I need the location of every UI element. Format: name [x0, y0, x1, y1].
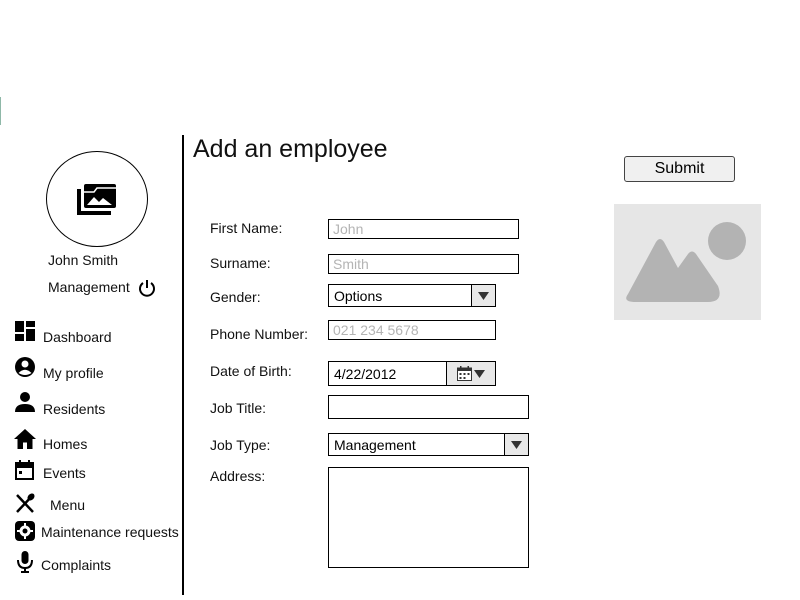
job-title-input[interactable]	[328, 395, 529, 419]
sidebar-item-events[interactable]: Events	[14, 459, 124, 483]
user-name: John Smith	[48, 252, 119, 268]
sidebar-item-label: My profile	[43, 365, 104, 381]
sidebar-item-homes[interactable]: Homes	[14, 428, 124, 452]
sidebar-item-complaints[interactable]: Complaints	[14, 551, 124, 575]
job-type-select-value: Management	[334, 437, 416, 453]
account-circle-icon	[15, 357, 35, 377]
window-edge-mark	[0, 97, 1, 125]
gender-select-value: Options	[334, 288, 383, 304]
chevron-down-icon	[474, 369, 485, 378]
job-type-label: Job Type:	[210, 437, 271, 453]
power-icon[interactable]	[137, 278, 157, 298]
date-picker-button[interactable]	[446, 362, 495, 385]
gender-select[interactable]: Options	[328, 284, 496, 307]
gear-icon	[15, 521, 35, 541]
address-label: Address:	[210, 468, 266, 484]
date-of-birth-value: 4/22/2012	[334, 366, 397, 382]
user-avatar[interactable]	[46, 151, 148, 247]
calendar-icon	[15, 460, 34, 480]
submit-button[interactable]: Submit	[624, 156, 735, 182]
image-placeholder-icon	[626, 222, 746, 302]
person-icon	[15, 392, 35, 412]
page-title: Add an employee	[193, 135, 388, 163]
surname-input[interactable]	[328, 254, 519, 274]
phone-number-input[interactable]	[328, 320, 496, 340]
sidebar-divider	[182, 135, 184, 595]
sidebar-item-label: Dashboard	[43, 329, 112, 345]
dashboard-icon	[15, 321, 35, 341]
date-of-birth-input[interactable]: 4/22/2012	[328, 361, 496, 386]
sidebar-item-label: Events	[43, 465, 86, 481]
sidebar-item-my-profile[interactable]: My profile	[14, 356, 124, 381]
surname-label: Surname:	[210, 255, 271, 271]
sidebar-item-label: Maintenance requests	[41, 524, 179, 540]
first-name-input[interactable]	[328, 219, 519, 239]
sidebar-item-label: Menu	[50, 497, 86, 513]
address-textarea[interactable]	[328, 467, 529, 568]
sidebar-item-maintenance-requests[interactable]: Maintenance requests	[14, 520, 180, 544]
chevron-down-icon[interactable]	[471, 285, 495, 306]
chevron-down-icon[interactable]	[504, 434, 528, 455]
user-role: Management	[48, 279, 130, 295]
home-icon	[14, 429, 36, 449]
photo-library-icon	[77, 184, 116, 215]
sidebar-item-label: Residents	[43, 401, 106, 417]
phone-number-label: Phone Number:	[210, 326, 309, 342]
employee-photo-placeholder[interactable]	[614, 204, 761, 320]
job-title-label: Job Title:	[210, 400, 267, 416]
microphone-icon	[17, 551, 33, 573]
first-name-label: First Name:	[210, 220, 283, 236]
date-of-birth-label: Date of Birth:	[210, 363, 292, 379]
sidebar-item-residents[interactable]: Residents	[14, 391, 124, 417]
gender-label: Gender:	[210, 289, 261, 305]
calendar-icon	[457, 366, 472, 381]
sidebar-item-menu[interactable]: Menu	[14, 492, 124, 516]
utensils-icon	[16, 493, 35, 513]
sidebar-item-dashboard[interactable]: Dashboard	[14, 320, 124, 345]
sidebar-item-label: Complaints	[41, 557, 112, 573]
sidebar-item-label: Homes	[43, 436, 88, 452]
job-type-select[interactable]: Management	[328, 433, 529, 456]
